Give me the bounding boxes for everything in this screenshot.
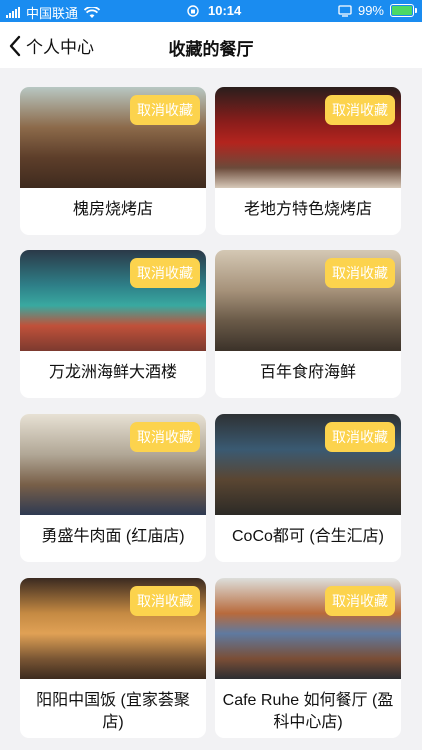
unfavorite-button[interactable]: 取消收藏	[325, 586, 395, 616]
restaurant-card[interactable]: 取消收藏 万龙洲海鲜大酒楼	[20, 250, 206, 398]
restaurant-name: 老地方特色烧烤店	[243, 201, 372, 218]
restaurant-grid: 取消收藏 槐房烧烤店 取消收藏 老地方特色烧烤店 取消收藏 万龙洲海鲜大酒楼 取…	[0, 68, 422, 750]
restaurant-card[interactable]: 取消收藏 CoCo都可 (合生汇店)	[215, 414, 401, 562]
unfavorite-button[interactable]: 取消收藏	[325, 422, 395, 452]
screen-mirror-icon	[338, 4, 352, 17]
restaurant-name: CoCo都可 (合生汇店)	[231, 528, 384, 545]
unfavorite-button[interactable]: 取消收藏	[130, 586, 200, 616]
restaurant-name: 阳阳中国饭 (宜家荟聚店)	[36, 692, 190, 731]
restaurant-name: Cafe Ruhe 如何餐厅 (盈科中心店)	[222, 692, 394, 731]
unfavorite-button[interactable]: 取消收藏	[325, 95, 395, 125]
page-title: 收藏的餐厅	[168, 40, 254, 59]
unfavorite-button[interactable]: 取消收藏	[325, 258, 395, 288]
unfavorite-button[interactable]: 取消收藏	[130, 95, 200, 125]
restaurant-name: 槐房烧烤店	[72, 201, 153, 218]
unfavorite-button[interactable]: 取消收藏	[130, 422, 200, 452]
unfavorite-button[interactable]: 取消收藏	[130, 258, 200, 288]
restaurant-card[interactable]: 取消收藏 勇盛牛肉面 (红庙店)	[20, 414, 206, 562]
restaurant-card[interactable]: 取消收藏 槐房烧烤店	[20, 87, 206, 235]
restaurant-name: 万龙洲海鲜大酒楼	[48, 364, 177, 381]
restaurant-card[interactable]: 取消收藏 百年食府海鲜	[215, 250, 401, 398]
wifi-icon	[84, 6, 101, 18]
signal-icon	[6, 7, 20, 18]
orientation-lock-icon	[187, 4, 199, 17]
restaurant-card[interactable]: 取消收藏 Cafe Ruhe 如何餐厅 (盈科中心店)	[215, 578, 401, 738]
status-bar: 中国联通 10:14 99%	[0, 0, 422, 22]
battery-icon	[390, 4, 417, 17]
restaurant-card[interactable]: 取消收藏 老地方特色烧烤店	[215, 87, 401, 235]
restaurant-card[interactable]: 取消收藏 阳阳中国饭 (宜家荟聚店)	[20, 578, 206, 738]
carrier-label: 中国联通	[26, 6, 79, 21]
clock: 10:14	[208, 3, 242, 18]
nav-bar: 个人中心 收藏的餐厅	[0, 22, 422, 68]
battery-percent: 99%	[357, 3, 384, 18]
restaurant-name: 勇盛牛肉面 (红庙店)	[41, 528, 185, 545]
restaurant-name: 百年食府海鲜	[259, 364, 356, 381]
